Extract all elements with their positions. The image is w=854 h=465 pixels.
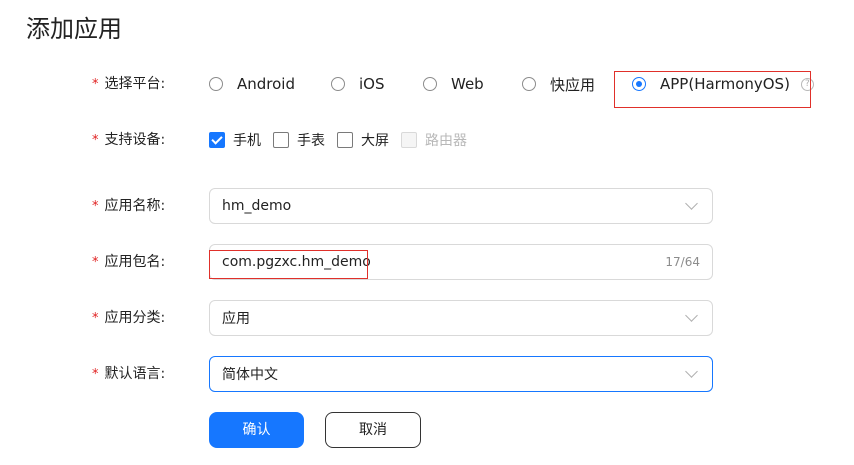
checkbox-router-label: 路由器 xyxy=(425,133,467,149)
radio-web[interactable]: Web xyxy=(423,66,484,102)
annotation-highlight-box xyxy=(209,250,368,279)
required-mark: * xyxy=(92,77,99,92)
radio-circle[interactable] xyxy=(209,77,223,91)
platform-label-text: 选择平台: xyxy=(104,76,166,92)
radio-quickapp-label: 快应用 xyxy=(550,75,596,94)
checkbox-checked[interactable] xyxy=(209,132,225,148)
cancel-button[interactable]: 取消 xyxy=(325,412,421,448)
package-name-label-text: 应用包名: xyxy=(104,254,166,270)
devices-row: * 支持设备: 手机 手表 大屏 路由器 xyxy=(0,122,854,158)
language-label: * 默认语言: xyxy=(92,356,165,392)
required-mark: * xyxy=(92,255,99,270)
package-name-row: * 应用包名: com.pgzxc.hm_demo 17/64 xyxy=(0,244,854,280)
devices-label-text: 支持设备: xyxy=(104,132,166,148)
category-label: * 应用分类: xyxy=(92,300,165,336)
checkbox-watch[interactable]: 手表 xyxy=(273,122,325,158)
add-app-page: 添加应用 * 选择平台: Android iOS Web 快应用 APP(Harm… xyxy=(0,0,854,465)
radio-web-label: Web xyxy=(451,75,484,93)
confirm-button[interactable]: 确认 xyxy=(209,412,304,448)
category-select[interactable]: 应用 xyxy=(209,300,713,336)
radio-ios-label: iOS xyxy=(359,75,385,93)
category-row: * 应用分类: 应用 xyxy=(0,300,854,336)
checkbox-phone-label: 手机 xyxy=(233,133,261,149)
language-row: * 默认语言: 简体中文 xyxy=(0,356,854,392)
annotation-highlight-box xyxy=(614,71,811,108)
category-value: 应用 xyxy=(222,311,250,327)
checkbox-disabled xyxy=(401,132,417,148)
app-name-select[interactable]: hm_demo xyxy=(209,188,713,224)
radio-circle[interactable] xyxy=(522,77,536,91)
app-name-row: * 应用名称: hm_demo xyxy=(0,188,854,224)
required-mark: * xyxy=(92,199,99,214)
radio-android-label: Android xyxy=(237,75,295,93)
language-label-text: 默认语言: xyxy=(104,366,166,382)
radio-android[interactable]: Android xyxy=(209,66,295,102)
required-mark: * xyxy=(92,133,99,148)
radio-quickapp[interactable]: 快应用 xyxy=(522,66,595,102)
page-title: 添加应用 xyxy=(26,15,122,43)
radio-ios[interactable]: iOS xyxy=(331,66,385,102)
checkbox[interactable] xyxy=(273,132,289,148)
required-mark: * xyxy=(92,367,99,382)
platform-row: * 选择平台: Android iOS Web 快应用 APP(HarmonyOS… xyxy=(0,66,854,108)
checkbox[interactable] xyxy=(337,132,353,148)
category-label-text: 应用分类: xyxy=(104,310,166,326)
checkbox-phone[interactable]: 手机 xyxy=(209,122,261,158)
devices-label: * 支持设备: xyxy=(92,122,165,158)
package-name-label: * 应用包名: xyxy=(92,244,165,280)
chevron-down-icon xyxy=(685,309,698,322)
char-counter: 17/64 xyxy=(665,255,700,269)
checkbox-screen-label: 大屏 xyxy=(361,133,389,149)
app-name-label: * 应用名称: xyxy=(92,188,165,224)
checkbox-screen[interactable]: 大屏 xyxy=(337,122,389,158)
language-value: 简体中文 xyxy=(222,367,278,383)
app-name-value: hm_demo xyxy=(222,198,292,214)
language-select[interactable]: 简体中文 xyxy=(209,356,713,392)
radio-circle[interactable] xyxy=(423,77,437,91)
app-name-label-text: 应用名称: xyxy=(104,198,166,214)
checkbox-router: 路由器 xyxy=(401,122,467,158)
chevron-down-icon xyxy=(685,197,698,210)
platform-label: * 选择平台: xyxy=(92,66,165,102)
radio-circle[interactable] xyxy=(331,77,345,91)
chevron-down-icon xyxy=(685,365,698,378)
checkbox-watch-label: 手表 xyxy=(297,133,325,149)
required-mark: * xyxy=(92,311,99,326)
